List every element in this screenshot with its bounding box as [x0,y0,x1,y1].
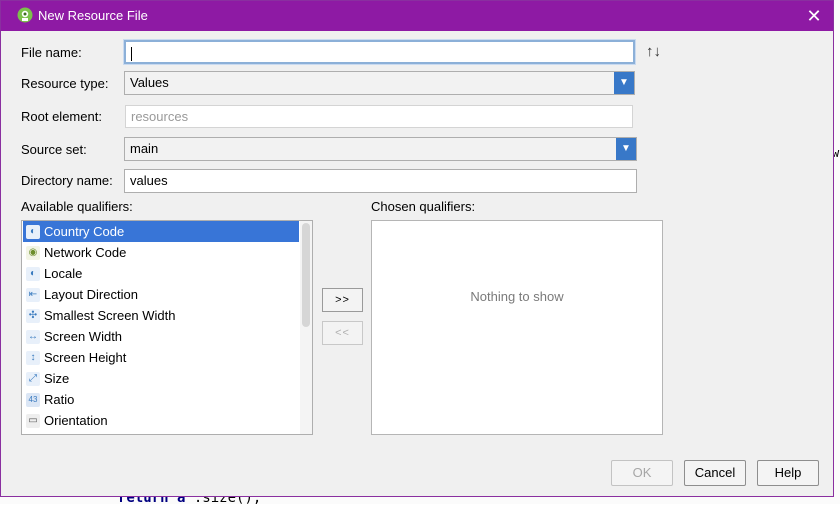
ok-button[interactable]: OK [611,460,673,486]
list-item[interactable]: ⤢ Size [23,368,299,389]
orientation-icon: ▭ [26,414,40,428]
available-qualifiers-label: Available qualifiers: [21,199,133,214]
text-caret [131,46,132,61]
window-title: New Resource File [38,8,148,23]
locale-icon: ◐ [26,267,40,281]
screen-width-icon: ↔ [26,330,40,344]
cancel-button[interactable]: Cancel [684,460,746,486]
list-item[interactable]: ◐ Locale [23,263,299,284]
sort-icon[interactable]: ↑↓ [646,43,661,60]
root-element-label: Root element: [21,109,102,124]
network-code-icon: ◉ [26,246,40,260]
chosen-qualifiers-list[interactable]: Nothing to show [371,220,663,435]
source-set-select[interactable]: main ▼ [124,137,637,161]
close-button[interactable]: ✕ [801,4,827,28]
screen-height-icon: ↕ [26,351,40,365]
list-item[interactable]: ◉ Network Code [23,242,299,263]
chevron-down-icon[interactable]: ▼ [616,138,636,160]
layout-direction-icon: ⇤ [26,288,40,302]
list-item[interactable]: ✣ Smallest Screen Width [23,305,299,326]
scrollbar-thumb[interactable] [302,223,310,327]
help-button[interactable]: Help [757,460,819,486]
size-icon: ⤢ [26,372,40,386]
list-item[interactable]: ↕ Screen Height [23,347,299,368]
directory-name-input[interactable]: values [124,169,637,193]
chevron-down-icon[interactable]: ▼ [614,72,634,94]
file-name-input[interactable] [124,40,635,64]
list-item[interactable]: ⇤ Layout Direction [23,284,299,305]
resource-type-select[interactable]: Values ▼ [124,71,635,95]
resource-type-value: Values [130,75,169,90]
root-element-placeholder: resources [131,109,189,124]
list-item[interactable]: ◐ Country Code [23,221,299,242]
android-studio-icon [17,7,33,23]
root-element-input[interactable]: resources [125,105,633,128]
country-code-icon: ◐ [26,225,40,239]
source-set-label: Source set: [21,142,87,157]
resource-type-label: Resource type: [21,76,109,91]
remove-qualifier-button[interactable]: << [322,321,363,345]
ratio-icon: 43 [26,393,40,407]
list-item[interactable]: ▭ Orientation [23,410,299,431]
new-resource-file-dialog: New Resource File ✕ File name: ↑↓ Resour… [0,0,834,497]
chosen-qualifiers-label: Chosen qualifiers: [371,199,476,214]
empty-state-text: Nothing to show [470,289,564,304]
smallest-width-icon: ✣ [26,309,40,323]
title-bar: New Resource File ✕ [1,1,833,31]
list-item[interactable]: 43 Ratio [23,389,299,410]
add-qualifier-button[interactable]: >> [322,288,363,312]
file-name-label: File name: [21,45,82,60]
source-set-value: main [130,141,159,156]
directory-name-label: Directory name: [21,173,113,188]
available-qualifiers-list[interactable]: ◐ Country Code ◉ Network Code ◐ Locale ⇤… [21,220,313,435]
list-item[interactable]: ↔ Screen Width [23,326,299,347]
